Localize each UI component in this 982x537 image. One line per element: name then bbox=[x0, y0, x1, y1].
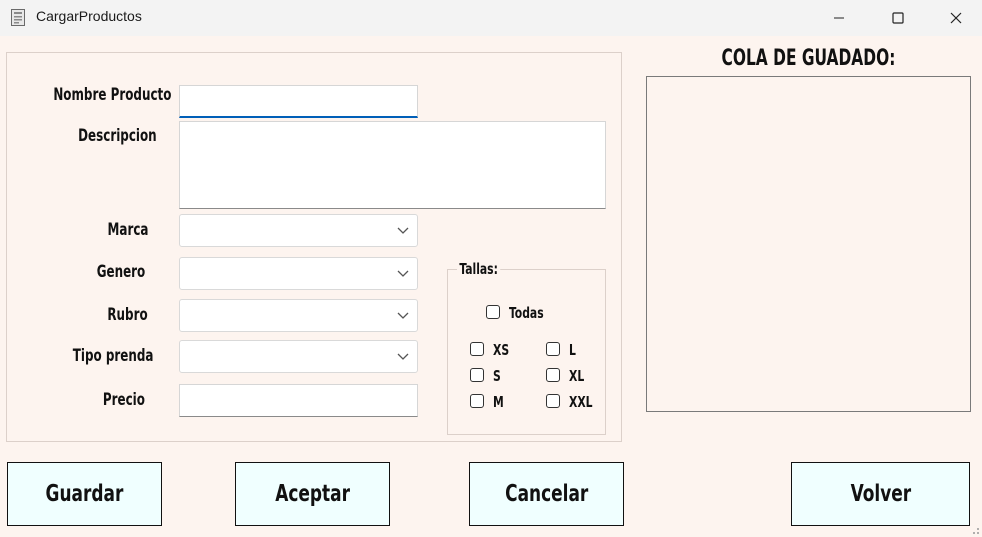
checkbox-m-label: M bbox=[493, 393, 504, 411]
minimize-icon bbox=[834, 17, 844, 19]
genero-select[interactable] bbox=[179, 257, 418, 290]
queue-title-text: COLA DE GUADADO: bbox=[721, 46, 896, 71]
checkbox-xs-label: XS bbox=[493, 341, 510, 359]
checkbox-xl[interactable] bbox=[546, 368, 560, 382]
queue-listbox[interactable] bbox=[646, 76, 971, 412]
tipo-prenda-select[interactable] bbox=[179, 340, 418, 373]
title-bar: CargarProductos bbox=[0, 0, 982, 36]
checkbox-xl-label: XL bbox=[569, 367, 585, 385]
nombre-producto-input[interactable] bbox=[179, 85, 418, 118]
nombre-producto-label: Nombre Producto bbox=[52, 85, 171, 105]
guardar-button-label: Guardar bbox=[45, 481, 124, 507]
checkbox-m[interactable] bbox=[470, 394, 484, 408]
descripcion-textarea[interactable] bbox=[179, 121, 606, 209]
guardar-button[interactable]: Guardar bbox=[7, 462, 162, 526]
resize-grip-icon[interactable] bbox=[970, 525, 980, 535]
rubro-select[interactable] bbox=[179, 299, 418, 332]
aceptar-button[interactable]: Aceptar bbox=[235, 462, 390, 526]
checkbox-s[interactable] bbox=[470, 368, 484, 382]
chevron-down-icon bbox=[397, 312, 409, 319]
chevron-down-icon bbox=[397, 353, 409, 360]
checkbox-s-label: S bbox=[493, 367, 501, 385]
checkbox-todas[interactable] bbox=[486, 305, 500, 319]
genero-label: Genero bbox=[96, 262, 145, 282]
chevron-down-icon bbox=[397, 270, 409, 277]
maximize-icon bbox=[892, 12, 904, 24]
checkbox-l-label: L bbox=[569, 341, 576, 359]
queue-title: COLA DE GUADADO: bbox=[646, 46, 971, 71]
cancelar-button-label: Cancelar bbox=[504, 481, 589, 507]
volver-button-label: Volver bbox=[850, 481, 911, 507]
document-icon bbox=[11, 9, 25, 26]
chevron-down-icon bbox=[397, 227, 409, 234]
window-title: CargarProductos bbox=[36, 8, 142, 24]
aceptar-button-label: Aceptar bbox=[275, 481, 350, 507]
tipo-prenda-label: Tipo prenda bbox=[72, 346, 153, 366]
cancelar-button[interactable]: Cancelar bbox=[469, 462, 624, 526]
close-icon bbox=[950, 12, 962, 24]
minimize-button[interactable] bbox=[810, 0, 868, 36]
precio-input[interactable] bbox=[179, 384, 418, 417]
marca-select[interactable] bbox=[179, 214, 418, 247]
volver-button[interactable]: Volver bbox=[791, 462, 970, 526]
checkbox-l[interactable] bbox=[546, 342, 560, 356]
checkbox-todas-label: Todas bbox=[509, 304, 544, 322]
precio-label: Precio bbox=[102, 390, 145, 410]
checkbox-xxl-label: XXL bbox=[569, 393, 593, 411]
rubro-label: Rubro bbox=[107, 305, 148, 325]
marca-label: Marca bbox=[107, 220, 148, 240]
checkbox-xxl[interactable] bbox=[546, 394, 560, 408]
checkbox-xs[interactable] bbox=[470, 342, 484, 356]
descripcion-label: Descripcion bbox=[78, 126, 157, 146]
close-button[interactable] bbox=[927, 0, 982, 36]
maximize-button[interactable] bbox=[869, 0, 927, 36]
tallas-title: Tallas: bbox=[457, 260, 501, 278]
